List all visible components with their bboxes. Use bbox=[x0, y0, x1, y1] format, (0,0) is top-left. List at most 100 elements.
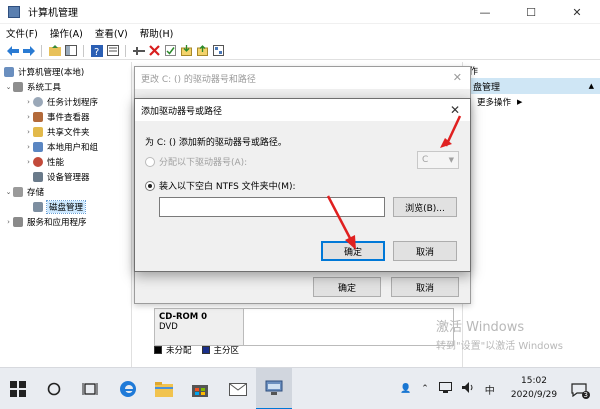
cdrom-disk-label[interactable]: CD-ROM 0 DVD bbox=[154, 308, 244, 346]
users-icon bbox=[33, 141, 43, 152]
shared-folder-icon bbox=[33, 126, 43, 137]
menu-action[interactable]: 操作(A) bbox=[50, 26, 83, 40]
network-icon[interactable] bbox=[438, 382, 452, 396]
mount-folder-radio[interactable] bbox=[145, 180, 155, 191]
tree-item-label: 计算机管理(本地) bbox=[18, 67, 85, 78]
dialog-title: 更改 C: () 的驱动器号和路径 bbox=[135, 67, 470, 89]
connect-icon[interactable] bbox=[132, 44, 145, 57]
mount-folder-option[interactable]: 装入以下空白 NTFS 文件夹中(M): bbox=[145, 179, 296, 192]
window-controls: — ☐ ✕ bbox=[462, 0, 600, 24]
computer-management-icon bbox=[265, 380, 283, 395]
chevron-right-icon[interactable]: › bbox=[24, 98, 33, 106]
tree-item-label: 任务计划程序 bbox=[47, 97, 99, 108]
disk-legend: 未分配 主分区 bbox=[154, 344, 239, 356]
toolbar-divider bbox=[125, 44, 126, 57]
chevron-right-icon[interactable]: › bbox=[24, 128, 33, 136]
tree-item-performance[interactable]: › 性能 bbox=[24, 155, 64, 168]
chevron-down-icon[interactable]: ⌄ bbox=[4, 83, 13, 91]
event-log-icon bbox=[33, 111, 43, 122]
cdrom-volume[interactable] bbox=[244, 308, 454, 346]
cdrom-name: CD-ROM 0 bbox=[159, 312, 208, 322]
chevron-right-icon[interactable]: › bbox=[24, 143, 33, 151]
more-actions[interactable]: 更多操作 ▶ bbox=[463, 94, 600, 110]
forward-arrow-icon[interactable] bbox=[22, 44, 35, 57]
store-button[interactable] bbox=[182, 368, 218, 409]
export-icon[interactable] bbox=[196, 44, 209, 57]
menu-view[interactable]: 查看(V) bbox=[95, 26, 128, 40]
tree-item-event-viewer[interactable]: › 事件查看器 bbox=[24, 110, 90, 123]
tree-item-root[interactable]: 计算机管理(本地) bbox=[4, 65, 84, 78]
tree-item-label: 系统工具 bbox=[27, 82, 62, 93]
tree-item-local-users[interactable]: › 本地用户和组 bbox=[24, 140, 98, 153]
computer-icon bbox=[4, 66, 14, 77]
edge-button[interactable] bbox=[110, 368, 146, 409]
system-clock[interactable]: 15:02 2020/9/29 bbox=[504, 374, 564, 402]
chevron-right-icon: ▶ bbox=[517, 98, 523, 106]
computer-management-icon bbox=[8, 5, 20, 18]
taskbar: 👤 ⌃ 中 15:02 2020/9/29 3 bbox=[0, 367, 600, 409]
menu-file[interactable]: 文件(F) bbox=[6, 26, 38, 40]
delete-icon[interactable] bbox=[148, 44, 161, 57]
legend-primary: 主分区 bbox=[213, 346, 240, 356]
browse-button[interactable]: 浏览(B)... bbox=[393, 197, 457, 217]
chevron-right-icon[interactable]: › bbox=[24, 158, 33, 166]
actions-section-label: 盘管理 bbox=[473, 82, 501, 93]
chevron-right-icon[interactable]: › bbox=[4, 218, 13, 226]
close-button[interactable]: ✕ bbox=[554, 0, 600, 24]
tree-item-task-scheduler[interactable]: › 任务计划程序 bbox=[24, 95, 98, 108]
check-icon[interactable] bbox=[164, 44, 177, 57]
clock-icon bbox=[33, 96, 43, 107]
start-button[interactable] bbox=[0, 368, 36, 409]
watermark-line2: 转到"设置"以激活 Windows bbox=[436, 341, 564, 352]
more-actions-label: 更多操作 bbox=[477, 98, 512, 108]
assign-letter-option[interactable]: 分配以下驱动器号(A): bbox=[145, 155, 247, 168]
person-icon[interactable]: 👤 bbox=[400, 384, 411, 394]
close-icon[interactable]: ✕ bbox=[453, 71, 462, 84]
volume-icon[interactable] bbox=[461, 382, 475, 396]
file-explorer-button[interactable] bbox=[146, 368, 182, 409]
unallocated-swatch bbox=[154, 346, 162, 354]
tree-item-label: 设备管理器 bbox=[47, 172, 90, 183]
ime-indicator[interactable]: 中 bbox=[485, 382, 495, 397]
cancel-button[interactable]: 取消 bbox=[393, 241, 457, 261]
search-button[interactable] bbox=[36, 368, 72, 409]
computer-management-task[interactable] bbox=[256, 368, 292, 409]
chevron-right-icon[interactable]: › bbox=[24, 113, 33, 121]
annotation-arrow-icon bbox=[326, 195, 356, 250]
folder-icon bbox=[155, 381, 173, 397]
collapse-up-icon[interactable]: ▲ bbox=[589, 82, 594, 90]
clock-time: 15:02 bbox=[521, 376, 547, 386]
up-folder-icon[interactable] bbox=[48, 44, 61, 57]
tree-item-storage[interactable]: ⌄ 存储 bbox=[4, 185, 44, 198]
actions-section[interactable]: 盘管理 ▲ bbox=[463, 78, 600, 94]
tree-item-shared-folders[interactable]: › 共享文件夹 bbox=[24, 125, 90, 138]
chevron-down-icon[interactable]: ⌄ bbox=[4, 188, 13, 196]
minimize-button[interactable]: — bbox=[462, 0, 508, 24]
properties-icon[interactable] bbox=[106, 44, 119, 57]
outer-ok-button[interactable]: 确定 bbox=[313, 277, 381, 297]
mail-button[interactable] bbox=[220, 368, 256, 409]
back-arrow-icon[interactable] bbox=[6, 44, 19, 57]
svg-text:?: ? bbox=[94, 47, 99, 57]
task-view-button[interactable] bbox=[72, 368, 108, 409]
assign-letter-radio[interactable] bbox=[145, 156, 155, 167]
help-icon[interactable]: ? bbox=[90, 44, 103, 57]
notification-center-button[interactable]: 3 bbox=[568, 379, 590, 401]
tree-item-disk-management[interactable]: 磁盘管理 bbox=[33, 199, 87, 214]
maximize-button[interactable]: ☐ bbox=[508, 0, 554, 24]
view-icon[interactable] bbox=[212, 44, 225, 57]
import-icon[interactable] bbox=[180, 44, 193, 57]
tree-item-system-tools[interactable]: ⌄ 系统工具 bbox=[4, 80, 61, 93]
tree-item-services-apps[interactable]: › 服务和应用程序 bbox=[4, 215, 87, 228]
edge-icon bbox=[120, 381, 136, 397]
outer-cancel-button[interactable]: 取消 bbox=[391, 277, 459, 297]
activation-watermark: 激活 Windows 转到"设置"以激活 Windows bbox=[436, 316, 563, 352]
menu-help[interactable]: 帮助(H) bbox=[140, 26, 174, 40]
dialog-title: 添加驱动器号或路径 bbox=[135, 99, 470, 121]
toolbar: ? bbox=[0, 42, 600, 60]
show-tree-icon[interactable] bbox=[64, 44, 77, 57]
chevron-up-icon[interactable]: ⌃ bbox=[421, 384, 429, 394]
navigation-tree: 计算机管理(本地) ⌄ 系统工具 › 任务计划程序 › 事件查看器 › 共享文件… bbox=[0, 62, 132, 367]
tree-item-device-manager[interactable]: 设备管理器 bbox=[33, 170, 90, 183]
task-view-icon bbox=[82, 383, 98, 395]
